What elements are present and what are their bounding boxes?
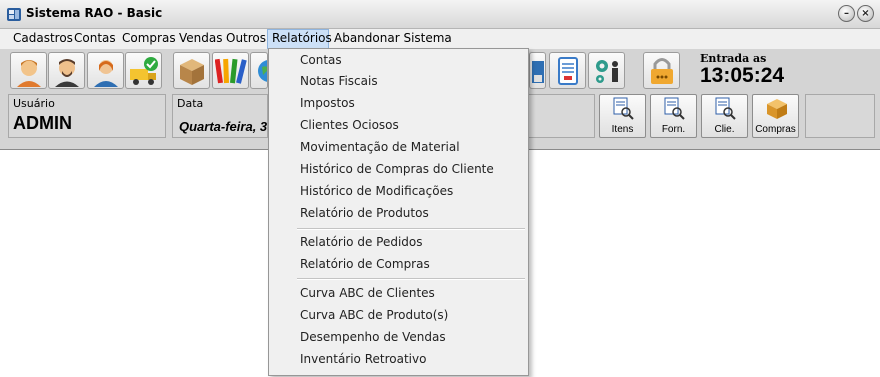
menu-item-label: Curva ABC de Produto(s) — [300, 308, 449, 322]
menu-item-impostos[interactable]: Impostos — [300, 93, 355, 113]
menu-bar: Cadastros Contas Compras Vendas Outros R… — [0, 29, 880, 49]
date-value: Quarta-feira, 3 — [179, 119, 268, 134]
magnifier-document-icon — [664, 97, 685, 120]
close-button[interactable]: × — [857, 5, 874, 22]
magnifier-document-icon — [715, 97, 736, 120]
user-value: ADMIN — [13, 113, 72, 133]
user-label: Usuário — [13, 97, 55, 110]
document-icon — [558, 57, 578, 85]
menu-item-curva-abc-clientes[interactable]: Curva ABC de Clientes — [300, 283, 435, 303]
window-title: Sistema RAO - Basic — [26, 6, 163, 20]
menu-item-label: Relatório de Produtos — [300, 206, 429, 220]
floppy-icon — [532, 61, 544, 83]
menu-item-label: Inventário Retroativo — [300, 352, 427, 366]
color-swatch-icon — [215, 58, 247, 84]
menu-item-historico-compras-cliente[interactable]: Histórico de Compras do Cliente — [300, 159, 494, 179]
clients-button[interactable] — [10, 52, 47, 89]
menu-cadastros[interactable]: Cadastros — [9, 29, 77, 49]
menu-item-historico-modificacoes[interactable]: Histórico de Modificações — [300, 181, 453, 201]
menu-vendas[interactable]: Vendas — [175, 29, 227, 49]
menu-separator — [297, 228, 525, 230]
menu-item-label: Clientes Ociosos — [300, 118, 399, 132]
date-panel: Data Quarta-feira, 3 — [172, 94, 268, 138]
menu-item-clientes-ociosos[interactable]: Clientes Ociosos — [300, 115, 399, 135]
person-icon — [94, 60, 118, 87]
menu-item-label: Contas — [300, 53, 342, 67]
date-label: Data — [177, 97, 204, 110]
title-bar[interactable]: Sistema RAO - Basic – × — [0, 0, 880, 29]
minimize-button[interactable]: – — [838, 5, 855, 22]
items-button-label: Itens — [611, 124, 634, 135]
menu-separator — [297, 278, 525, 280]
menu-item-relatorio-compras[interactable]: Relatório de Compras — [300, 254, 430, 274]
app-icon — [7, 8, 21, 21]
purchases-quick-button-label: Compras — [755, 124, 796, 135]
menu-item-label: Curva ABC de Clientes — [300, 286, 435, 300]
menu-item-label: Desempenho de Vendas — [300, 330, 446, 344]
menu-item-label: Movimentação de Material — [300, 140, 460, 154]
suppliers-button[interactable]: Forn. — [650, 94, 697, 138]
menu-compras[interactable]: Compras — [118, 29, 180, 49]
menu-item-contas[interactable]: Contas — [300, 50, 342, 70]
globe-button[interactable] — [250, 52, 268, 89]
close-icon: × — [861, 8, 870, 19]
settings-person-button[interactable] — [588, 52, 625, 89]
box-icon — [767, 99, 787, 119]
users-button[interactable] — [87, 52, 124, 89]
menu-outros[interactable]: Outros — [222, 29, 270, 49]
person-icon — [17, 60, 41, 87]
user-panel: Usuário ADMIN — [8, 94, 166, 138]
menu-item-relatorio-produtos[interactable]: Relatório de Produtos — [300, 203, 429, 223]
clock-time: 13:05:24 — [700, 64, 785, 87]
box-icon — [180, 59, 204, 85]
suppliers-button-label: Forn. — [661, 124, 686, 135]
menu-item-label: Relatório de Pedidos — [300, 235, 423, 249]
employees-button[interactable] — [48, 52, 85, 89]
document-button[interactable] — [549, 52, 586, 89]
status-panel-right — [805, 94, 875, 138]
purchases-quick-button[interactable]: Compras — [752, 94, 799, 138]
menu-item-curva-abc-produtos[interactable]: Curva ABC de Produto(s) — [300, 305, 448, 325]
delivery-button[interactable] — [125, 52, 162, 89]
colors-button[interactable] — [212, 52, 249, 89]
menu-item-notas-fiscais[interactable]: Notas Fiscais — [300, 71, 378, 91]
menu-item-label: Impostos — [300, 96, 355, 110]
truck-icon — [130, 57, 158, 85]
status-panel — [529, 94, 595, 138]
menu-item-movimentacao-material[interactable]: Movimentação de Material — [300, 137, 460, 157]
save-button[interactable] — [529, 52, 546, 89]
person-icon — [55, 59, 79, 87]
menu-item-label: Histórico de Compras do Cliente — [300, 162, 494, 176]
menu-item-label: Notas Fiscais — [300, 74, 378, 88]
menu-item-relatorio-pedidos[interactable]: Relatório de Pedidos — [300, 232, 423, 252]
minimize-icon: – — [844, 8, 849, 19]
clients-quick-button-label: Clie. — [714, 124, 735, 135]
relatorios-dropdown: Contas Notas Fiscais Impostos Clientes O… — [268, 48, 529, 376]
menu-contas[interactable]: Contas — [70, 29, 120, 49]
menu-item-inventario-retroativo[interactable]: Inventário Retroativo — [300, 349, 426, 369]
gear-person-icon — [596, 60, 618, 83]
menu-item-desempenho-vendas[interactable]: Desempenho de Vendas — [300, 327, 446, 347]
items-button[interactable]: Itens — [599, 94, 646, 138]
menu-abandonar-sistema[interactable]: Abandonar Sistema — [330, 29, 456, 49]
products-button[interactable] — [173, 52, 210, 89]
clients-quick-button[interactable]: Clie. — [701, 94, 748, 138]
menu-gutter — [269, 49, 295, 375]
magnifier-document-icon — [613, 97, 634, 120]
lock-button[interactable] — [643, 52, 680, 89]
menu-item-label: Relatório de Compras — [300, 257, 430, 271]
globe-icon — [258, 60, 267, 82]
menu-item-label: Histórico de Modificações — [300, 184, 454, 198]
lock-icon — [651, 58, 673, 84]
menu-relatorios[interactable]: Relatórios — [267, 29, 332, 49]
